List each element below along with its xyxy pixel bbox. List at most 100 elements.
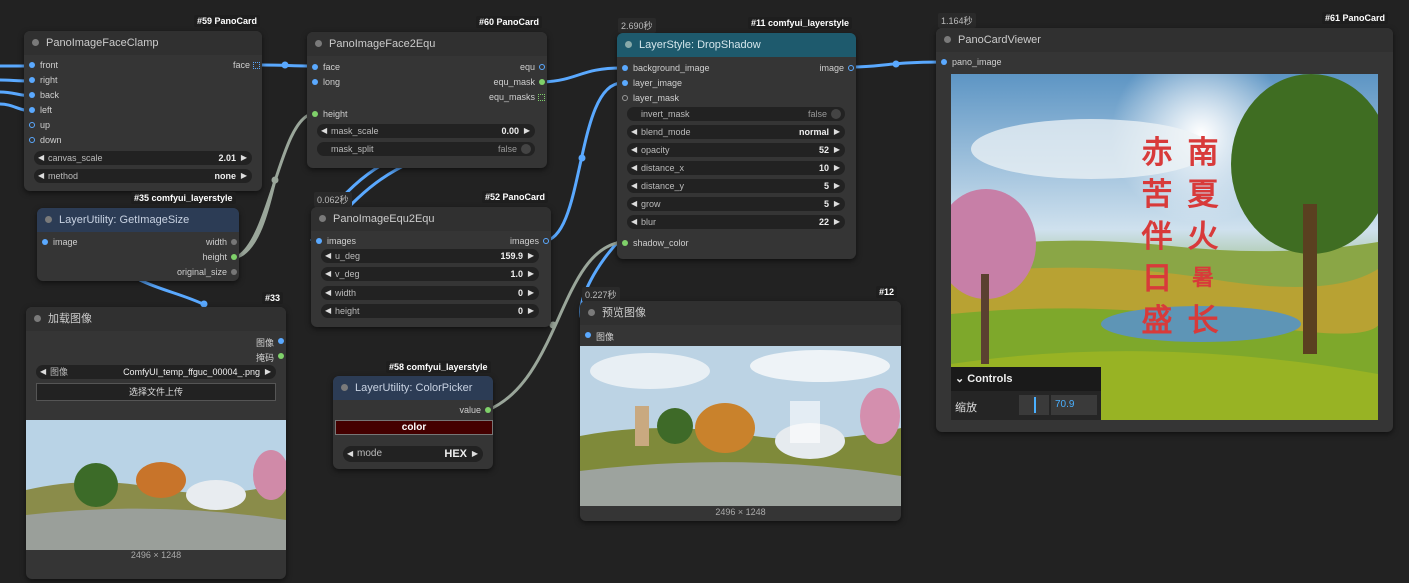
arrow-left-icon[interactable]: ◀ xyxy=(631,161,637,175)
input-pin-icon[interactable] xyxy=(29,77,35,83)
output-slot-original-size[interactable]: original_size xyxy=(177,267,239,277)
color-swatch[interactable]: color xyxy=(335,420,493,435)
input-pin-icon[interactable] xyxy=(622,95,628,101)
controls-toggle[interactable]: ⌄ Controls xyxy=(955,372,1013,385)
input-slot-background-image[interactable]: background_image xyxy=(619,63,710,73)
arrow-right-icon[interactable]: ▶ xyxy=(834,215,840,229)
output-slot-equ-masks[interactable]: equ_masks xyxy=(489,92,547,102)
node-header[interactable]: LayerStyle: DropShadow xyxy=(617,33,856,57)
input-slot-back[interactable]: back xyxy=(26,90,59,100)
input-slot-layer-image[interactable]: layer_image xyxy=(619,78,682,88)
widget-distance-x[interactable]: ◀ distance_x 10 ▶ xyxy=(627,161,845,175)
arrow-right-icon[interactable]: ▶ xyxy=(472,446,478,462)
input-pin-icon[interactable] xyxy=(622,80,628,86)
zoom-value-input[interactable]: 70.9 xyxy=(1051,395,1097,415)
node-header[interactable]: PanoImageFaceClamp xyxy=(24,31,262,55)
widget-mode[interactable]: ◀ mode HEX ▶ xyxy=(343,446,483,462)
node-header[interactable]: LayerUtility: ColorPicker xyxy=(333,376,493,400)
input-pin-icon[interactable] xyxy=(29,107,35,113)
output-slot-images[interactable]: images xyxy=(510,236,551,246)
output-grid-pin-icon[interactable] xyxy=(538,94,545,101)
widget-image-select[interactable]: ◀ 图像 ComfyUI_temp_ffguc_00004_.png ▶ xyxy=(36,365,276,379)
output-pin-icon[interactable] xyxy=(543,238,549,244)
arrow-right-icon[interactable]: ▶ xyxy=(528,267,534,281)
input-pin-icon[interactable] xyxy=(42,239,48,245)
collapse-dot-icon[interactable] xyxy=(625,41,632,48)
collapse-dot-icon[interactable] xyxy=(34,315,41,322)
node-preview-image[interactable]: 预览图像 图像 2496 × 1248 xyxy=(580,301,901,521)
widget-v-deg[interactable]: ◀ v_deg 1.0 ▶ xyxy=(321,267,539,281)
node-pano-image-equ2equ[interactable]: PanoImageEqu2Equ images images ◀ u_deg 159… xyxy=(311,207,551,327)
arrow-left-icon[interactable]: ◀ xyxy=(325,249,331,263)
arrow-right-icon[interactable]: ▶ xyxy=(241,151,247,165)
node-pano-image-face2equ[interactable]: PanoImageFace2Equ face long equ equ_mask… xyxy=(307,32,547,168)
arrow-right-icon[interactable]: ▶ xyxy=(528,286,534,300)
arrow-right-icon[interactable]: ▶ xyxy=(834,161,840,175)
collapse-dot-icon[interactable] xyxy=(315,40,322,47)
collapse-dot-icon[interactable] xyxy=(45,216,52,223)
input-pin-icon[interactable] xyxy=(29,92,35,98)
node-header[interactable]: PanoImageEqu2Equ xyxy=(311,207,551,231)
node-pano-card-viewer[interactable]: PanoCardViewer pano_image 赤苦伴日盛 南夏火暑长 ⌄ xyxy=(936,28,1393,432)
node-header[interactable]: PanoImageFace2Equ xyxy=(307,32,547,56)
node-header[interactable]: PanoCardViewer xyxy=(936,28,1393,52)
arrow-left-icon[interactable]: ◀ xyxy=(40,365,46,379)
widget-blend-mode[interactable]: ◀ blend_mode normal ▶ xyxy=(627,125,845,139)
output-pin-icon[interactable] xyxy=(231,254,237,260)
input-pin-icon[interactable] xyxy=(585,332,591,338)
widget-height[interactable]: ◀ height 0 ▶ xyxy=(321,304,539,318)
input-pin-icon[interactable] xyxy=(312,111,318,117)
node-header[interactable]: 预览图像 xyxy=(580,301,901,325)
input-slot-down[interactable]: down xyxy=(26,135,62,145)
output-pin-icon[interactable] xyxy=(539,64,545,70)
input-slot-pano-image[interactable]: pano_image xyxy=(938,57,1002,67)
input-slot-left[interactable]: left xyxy=(26,105,52,115)
upload-file-button[interactable]: 选择文件上传 xyxy=(36,383,276,401)
arrow-right-icon[interactable]: ▶ xyxy=(528,304,534,318)
output-slot-value[interactable]: value xyxy=(459,405,493,415)
arrow-right-icon[interactable]: ▶ xyxy=(241,169,247,183)
node-header[interactable]: LayerUtility: GetImageSize xyxy=(37,208,239,232)
input-pin-icon[interactable] xyxy=(312,79,318,85)
arrow-right-icon[interactable]: ▶ xyxy=(528,249,534,263)
arrow-left-icon[interactable]: ◀ xyxy=(38,151,44,165)
node-header[interactable]: 加载图像 xyxy=(26,307,286,331)
collapse-dot-icon[interactable] xyxy=(319,215,326,222)
output-pin-icon[interactable] xyxy=(278,338,284,344)
output-pin-icon[interactable] xyxy=(485,407,491,413)
widget-canvas-scale[interactable]: ◀ canvas_scale 2.01 ▶ xyxy=(34,151,252,165)
node-layerstyle-dropshadow[interactable]: LayerStyle: DropShadow background_image … xyxy=(617,33,856,259)
arrow-left-icon[interactable]: ◀ xyxy=(631,179,637,193)
arrow-left-icon[interactable]: ◀ xyxy=(325,267,331,281)
arrow-right-icon[interactable]: ▶ xyxy=(834,143,840,157)
widget-invert-mask[interactable]: invert_mask false xyxy=(627,107,845,121)
widget-u-deg[interactable]: ◀ u_deg 159.9 ▶ xyxy=(321,249,539,263)
widget-grow[interactable]: ◀ grow 5 ▶ xyxy=(627,197,845,211)
input-slot-height[interactable]: height xyxy=(309,109,348,119)
input-pin-icon[interactable] xyxy=(29,137,35,143)
widget-mask-split[interactable]: mask_split false xyxy=(317,142,535,156)
input-slot-long[interactable]: long xyxy=(309,77,340,87)
arrow-left-icon[interactable]: ◀ xyxy=(347,446,353,462)
arrow-left-icon[interactable]: ◀ xyxy=(631,215,637,229)
widget-mask-scale[interactable]: ◀ mask_scale 0.00 ▶ xyxy=(317,124,535,138)
node-color-picker[interactable]: LayerUtility: ColorPicker value color ◀ m… xyxy=(333,376,493,469)
input-pin-icon[interactable] xyxy=(29,62,35,68)
arrow-right-icon[interactable]: ▶ xyxy=(834,197,840,211)
input-slot-image[interactable]: 图像 xyxy=(582,330,614,343)
toggle-knob-icon[interactable] xyxy=(831,109,841,119)
output-slot-image[interactable]: image xyxy=(819,63,856,73)
arrow-right-icon[interactable]: ▶ xyxy=(834,125,840,139)
node-pano-image-face-clamp[interactable]: PanoImageFaceClamp front right back left… xyxy=(24,31,262,191)
input-pin-icon[interactable] xyxy=(622,240,628,246)
arrow-right-icon[interactable]: ▶ xyxy=(524,124,530,138)
output-slot-height[interactable]: height xyxy=(202,252,239,262)
output-grid-pin-icon[interactable] xyxy=(253,62,260,69)
controls-panel[interactable]: ⌄ Controls 缩放 70.9 xyxy=(951,367,1101,420)
output-slot-image[interactable]: 图像 xyxy=(256,336,286,349)
input-slot-layer-mask[interactable]: layer_mask xyxy=(619,93,679,103)
collapse-dot-icon[interactable] xyxy=(588,309,595,316)
output-pin-icon[interactable] xyxy=(231,239,237,245)
arrow-left-icon[interactable]: ◀ xyxy=(38,169,44,183)
arrow-left-icon[interactable]: ◀ xyxy=(631,143,637,157)
